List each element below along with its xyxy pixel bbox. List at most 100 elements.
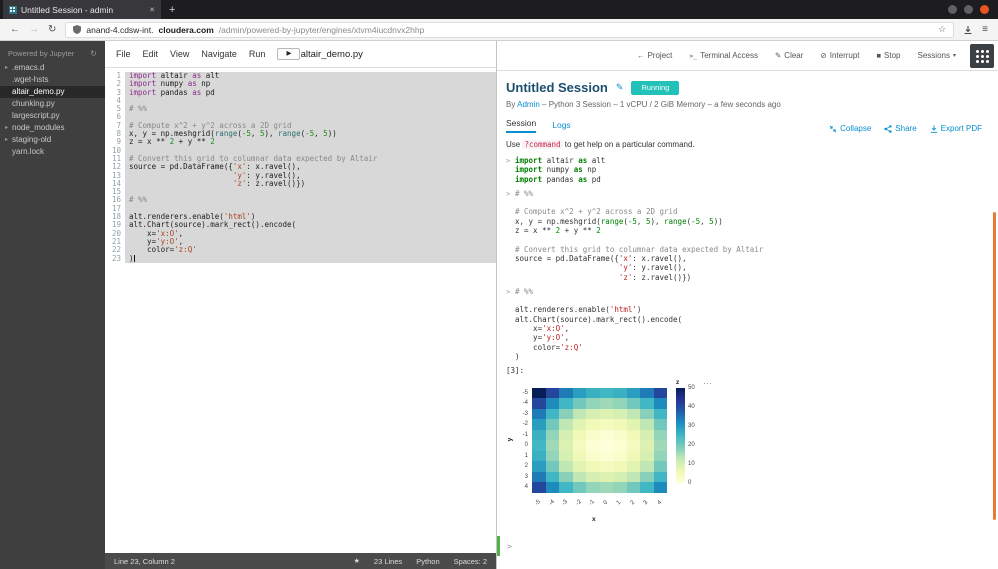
file-item-altair-demo-py[interactable]: altair_demo.py (0, 86, 105, 98)
y-tick-label: -1 (506, 432, 528, 438)
browser-tab[interactable]: Untitled Session - admin ✕ (3, 0, 161, 19)
tab-title: Untitled Session - admin (21, 5, 145, 15)
heatmap-cell (654, 419, 668, 430)
shield-icon[interactable] (73, 25, 81, 34)
menu-navigate[interactable]: Navigate (201, 49, 237, 59)
y-tick-label: 4 (506, 484, 528, 490)
new-tab-button[interactable]: + (169, 4, 175, 16)
window-maximize-button[interactable] (964, 5, 973, 14)
heatmap-cell (627, 472, 641, 483)
toolbar-terminal-access[interactable]: >_Terminal Access (689, 51, 758, 60)
heatmap-cell (532, 409, 546, 420)
language-mode[interactable]: Python (416, 557, 439, 566)
block-chevron-icon[interactable]: > (506, 189, 515, 282)
heatmap-cell (573, 419, 587, 430)
heatmap-cell (654, 409, 668, 420)
file-item-yarn-lock[interactable]: yarn.lock (0, 146, 105, 158)
help-text: Use ?command to get help on a particular… (506, 140, 982, 149)
toolbar-project[interactable]: ←Project (637, 51, 672, 60)
heatmap-cell (573, 461, 587, 472)
user-link[interactable]: Admin (517, 100, 540, 109)
toolbar-stop[interactable]: ■Stop (877, 51, 901, 60)
file-item--emacs-d[interactable]: ▸.emacs.d (0, 62, 105, 74)
y-tick-label: 1 (506, 453, 528, 459)
bookmark-star-icon[interactable]: ☆ (938, 24, 946, 35)
editor-file-title: altair_demo.py (301, 49, 363, 60)
file-item-node-modules[interactable]: ▸node_modules (0, 122, 105, 134)
heatmap-cell (573, 388, 587, 399)
project-icon: ← (637, 51, 645, 60)
block-chevron-icon[interactable]: > (506, 156, 515, 184)
run-button[interactable]: ▶ (277, 48, 300, 61)
y-tick-label: -2 (506, 421, 528, 427)
tab-close-icon[interactable]: ✕ (149, 6, 155, 14)
window-minimize-button[interactable] (948, 5, 957, 14)
file-item-chunking-py[interactable]: chunking.py (0, 98, 105, 110)
cdsw-favicon-icon (9, 6, 17, 14)
folder-arrow-icon: ▸ (5, 122, 12, 134)
heatmap-cell (600, 461, 614, 472)
heatmap-cell (532, 398, 546, 409)
refresh-files-icon[interactable]: ↻ (90, 49, 97, 58)
heatmap-cell (586, 461, 600, 472)
browser-menu-icon[interactable]: ≡ (982, 24, 988, 35)
status-badge: Running (631, 81, 679, 95)
editor-statusbar: Line 23, Column 2 ★ 23 Lines Python Spac… (105, 553, 496, 569)
back-icon[interactable]: ← (10, 24, 20, 35)
file-sidebar: Powered by Jupyter ↻ ▸.emacs.d.wget-hsts… (0, 41, 105, 569)
console-input[interactable]: > (497, 536, 512, 556)
menu-edit[interactable]: Edit (143, 49, 159, 59)
export-pdf-button[interactable]: Export PDF (930, 124, 982, 133)
heatmap-cell (532, 419, 546, 430)
heatmap-cell (654, 472, 668, 483)
window-close-button[interactable] (980, 5, 989, 14)
file-item--wget-hsts[interactable]: .wget-hsts (0, 74, 105, 86)
heatmap-cell (654, 461, 668, 472)
tab-session[interactable]: Session (506, 118, 536, 133)
menu-run[interactable]: Run (249, 49, 266, 59)
heatmap-cell (600, 388, 614, 399)
share-button[interactable]: Share (884, 124, 916, 133)
session-scrollbar[interactable] (993, 212, 996, 520)
file-item-largescript-py[interactable]: largescript.py (0, 110, 105, 122)
forward-icon[interactable]: → (29, 24, 39, 35)
window-controls (948, 5, 998, 14)
heatmap-cell (586, 430, 600, 441)
chart-actions-icon[interactable]: ⋯ (703, 378, 713, 389)
legend-gradient (676, 388, 685, 483)
edit-title-icon[interactable]: ✎ (616, 82, 624, 93)
heatmap-cell (600, 451, 614, 462)
heatmap-cell (546, 461, 560, 472)
collapse-button[interactable]: Collapse (829, 124, 871, 133)
code-editor[interactable]: 1234567891011121314151617181920212223 im… (105, 68, 496, 553)
favorite-star-icon[interactable]: ★ (354, 557, 360, 565)
interrupt-icon: ⊘ (820, 51, 826, 60)
apps-grid-icon[interactable] (970, 44, 994, 68)
line-number-gutter: 1234567891011121314151617181920212223 (105, 72, 125, 553)
save-to-pocket-icon[interactable] (963, 25, 973, 35)
heatmap-cell (586, 409, 600, 420)
menu-view[interactable]: View (170, 49, 189, 59)
block-chevron-icon[interactable]: > (506, 287, 515, 361)
indent-setting[interactable]: Spaces: 2 (454, 557, 487, 566)
export-icon (930, 125, 938, 133)
url-path: /admin/powered-by-jupyter/engines/xtvm4i… (219, 25, 933, 35)
heatmap-cell (573, 430, 587, 441)
toolbar-clear[interactable]: ✎Clear (775, 51, 803, 60)
tab-logs[interactable]: Logs (552, 120, 570, 133)
heatmap-cell (546, 388, 560, 399)
screen: Untitled Session - admin ✕ + ← → ↻ anand… (0, 0, 998, 569)
reload-icon[interactable]: ↻ (48, 24, 56, 35)
url-field[interactable]: anand-4.cdsw-int.cloudera.com/admin/powe… (65, 22, 954, 38)
heatmap-cell (586, 388, 600, 399)
toolbar-interrupt[interactable]: ⊘Interrupt (820, 51, 859, 60)
menu-file[interactable]: File (116, 49, 131, 59)
heatmap-cell (559, 451, 573, 462)
file-item-staging-old[interactable]: ▸staging-old (0, 134, 105, 146)
code-line: # %% (129, 105, 496, 113)
toolbar-sessions[interactable]: Sessions▾ (918, 51, 956, 60)
heatmap-cell (546, 472, 560, 483)
share-icon (884, 125, 892, 133)
session-toolbar-items: ←Project >_Terminal Access ✎Clear ⊘Interrup… (637, 51, 956, 60)
heatmap-cell (640, 482, 654, 493)
